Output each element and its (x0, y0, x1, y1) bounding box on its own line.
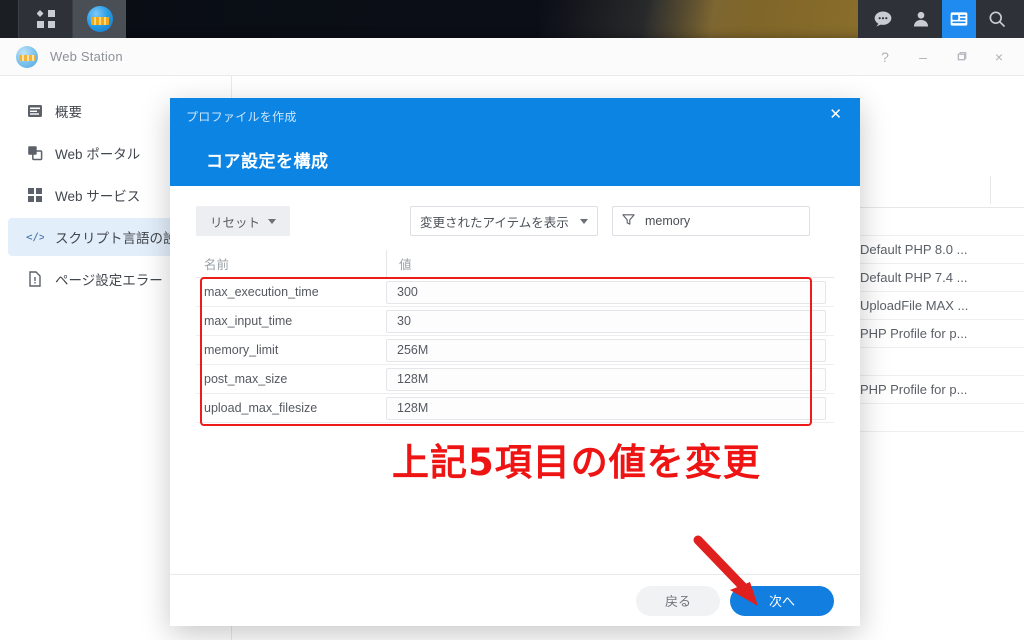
grid-apps-icon (36, 10, 55, 28)
sidebar-item-label: Web ポータル (55, 147, 141, 162)
maximize-icon[interactable] (942, 38, 980, 76)
minimize-icon[interactable]: – (904, 38, 942, 76)
taskbar-left-group (18, 0, 126, 38)
search-icon[interactable] (980, 0, 1014, 38)
setting-value[interactable]: 256M (386, 338, 826, 362)
web-station-icon (86, 6, 113, 32)
portal-icon (26, 144, 44, 162)
reset-button[interactable]: リセット (196, 206, 291, 236)
sidebar-item-label: Web サービス (55, 189, 141, 204)
row-description: PHP Profile for p... (860, 382, 968, 397)
window-controls: ? – × (866, 38, 1018, 76)
chevron-down-icon (268, 218, 277, 224)
close-icon[interactable]: ✕ (829, 107, 842, 122)
setting-name: upload_max_filesize (204, 401, 318, 415)
taskbar-tray (858, 0, 1024, 38)
chevron-down-icon (580, 218, 589, 224)
setting-value-cell[interactable]: 300 (386, 280, 834, 304)
filter-input[interactable]: memory (612, 206, 811, 236)
alert-icon (26, 270, 44, 288)
setting-value-cell[interactable]: 256M (386, 338, 834, 362)
setting-value[interactable]: 128M (386, 367, 826, 391)
settings-table: 名前 値 max_execution_time 300 max_input_ti… (196, 249, 834, 423)
taskbar-item-web-station[interactable] (72, 0, 126, 38)
setting-value[interactable]: 30 (386, 309, 826, 333)
svg-text:</>: </> (26, 231, 44, 244)
web-station-app-icon (16, 45, 38, 68)
setting-name: max_input_time (204, 314, 293, 328)
code-icon: </> (26, 228, 44, 246)
setting-value-cell[interactable]: 30 (386, 309, 834, 333)
notifications-icon[interactable] (866, 0, 900, 38)
setting-value-cell[interactable]: 128M (386, 367, 834, 391)
services-icon (26, 186, 44, 204)
column-divider (990, 176, 991, 204)
sidebar-item-label: ページ設定エラー (55, 273, 163, 288)
row-description: Default PHP 8.0 ... (860, 242, 968, 257)
overview-icon (26, 102, 44, 120)
row-description: UploadFile MAX ... (860, 298, 969, 313)
user-account-icon[interactable] (904, 0, 938, 38)
table-row[interactable]: max_input_time 30 (196, 307, 834, 336)
setting-value[interactable]: 128M (386, 396, 826, 420)
table-row[interactable]: max_execution_time 300 (196, 278, 834, 307)
table-row[interactable]: memory_limit 256M (196, 336, 834, 365)
window-title-bar: Web Station ? – × (0, 38, 1024, 76)
sidebar-item-label: スクリプト言語の設 (55, 231, 177, 246)
setting-name: max_execution_time (204, 285, 319, 299)
sidebar-item-label: 概要 (55, 105, 82, 120)
close-icon[interactable]: × (980, 38, 1018, 76)
column-header-name: 名前 (204, 258, 230, 272)
dialog-toolbar: リセット 変更されたアイテムを表示 memory (196, 206, 834, 236)
show-modified-select[interactable]: 変更されたアイテムを表示 (410, 206, 599, 236)
setting-name: post_max_size (204, 372, 288, 386)
row-description: PHP Profile for p... (860, 326, 968, 341)
setting-value-cell[interactable]: 128M (386, 396, 834, 420)
funnel-icon (622, 213, 635, 229)
table-row[interactable]: upload_max_filesize 128M (196, 394, 834, 423)
setting-name: memory_limit (204, 343, 279, 357)
dialog-subtitle: プロファイルを作成 (186, 110, 297, 124)
filter-input-value: memory (645, 214, 691, 228)
table-row[interactable]: post_max_size 128M (196, 365, 834, 394)
setting-value[interactable]: 300 (386, 280, 826, 304)
show-modified-label: 変更されたアイテムを表示 (420, 215, 569, 230)
dialog-title: コア設定を構成 (206, 152, 329, 171)
widgets-icon[interactable] (942, 0, 976, 38)
apps-menu-button[interactable] (18, 0, 72, 38)
column-header-value: 値 (386, 249, 834, 278)
help-icon[interactable]: ? (866, 38, 904, 76)
settings-table-header: 名前 値 (196, 249, 834, 278)
window-title: Web Station (50, 49, 123, 64)
dialog-header: プロファイルを作成 コア設定を構成 ✕ (170, 98, 860, 186)
reset-button-label: リセット (210, 215, 261, 230)
annotation-note-text: 上記5項目の値を変更 (392, 441, 761, 484)
annotation-arrow-icon (690, 534, 770, 617)
dialog-body: リセット 変更されたアイテムを表示 memory 名前 値 max_execut… (170, 186, 860, 574)
row-description: Default PHP 7.4 ... (860, 270, 968, 285)
